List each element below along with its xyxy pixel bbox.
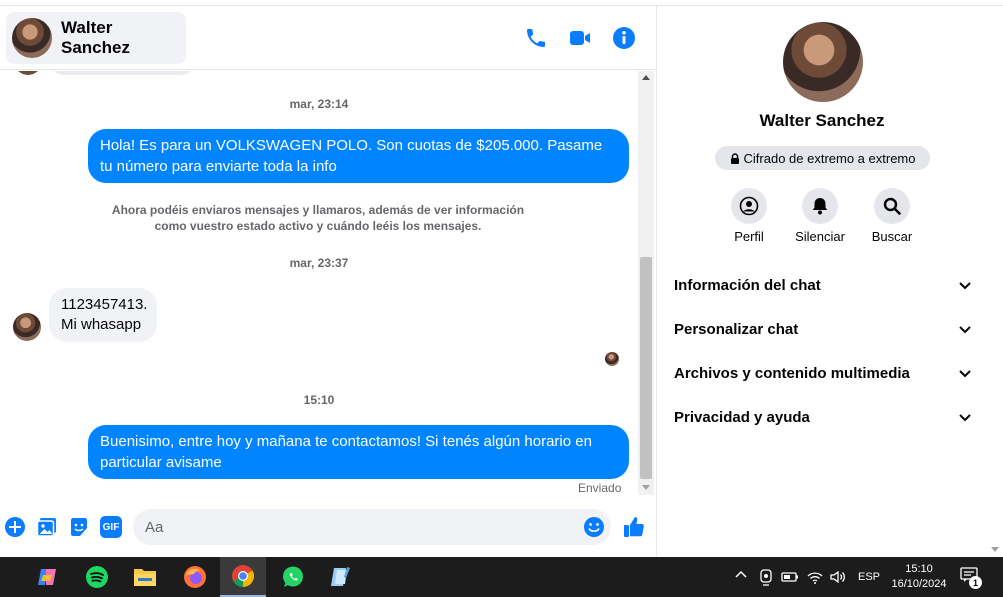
clock[interactable]: 15:10 16/10/2024 [884,562,954,592]
notification-icon[interactable]: 1 [960,567,982,589]
composer: GIF [0,500,656,556]
whatsapp-icon[interactable] [270,557,316,597]
mute-button[interactable]: Silenciar [784,188,856,244]
encryption-label: Cifrado de extremo a extremo [743,150,916,166]
message-input[interactable] [133,509,611,545]
contact-header-button[interactable]: Walter Sanchez [6,12,186,64]
bell-icon [812,198,828,215]
firefox-icon[interactable] [172,557,218,597]
outgoing-message[interactable]: Buenisimo, entre hoy y mañana te contact… [88,425,629,479]
search-icon [883,197,901,215]
panel-contact-name: Walter Sanchez [759,111,885,130]
message-bubble-partial [50,71,195,75]
section-label: Privacidad y ayuda [674,408,810,426]
plus-icon[interactable] [4,516,26,538]
image-icon[interactable] [36,516,58,538]
sent-status: Enviado [578,481,622,495]
section-media-files[interactable]: Archivos y contenido multimedia [674,362,972,384]
chat-header: Walter Sanchez [0,6,656,70]
contact-name: Walter Sanchez [61,18,130,57]
avatar[interactable] [783,22,863,102]
messenger-window: Walter Sanchez mar, 23:14 Hola! Es para … [0,0,1003,597]
chevron-up-icon[interactable] [735,569,747,581]
avatar [12,18,52,58]
chat-scrollbar[interactable] [638,71,654,495]
thumbs-up-icon[interactable] [622,515,646,539]
section-label: Personalizar chat [674,320,799,338]
clock-date: 16/10/2024 [891,578,947,590]
avatar [14,71,42,75]
profile-label: Perfil [734,229,764,244]
notification-badge: 1 [969,576,982,589]
timestamp: mar, 23:14 [289,97,349,111]
mute-label: Silenciar [795,229,845,244]
phone-icon[interactable] [524,26,548,50]
taskbar: ESP 15:10 16/10/2024 1 [0,557,1003,597]
gif-label: GIF [102,521,120,533]
lock-icon [730,152,739,164]
profile-button[interactable]: Perfil [713,188,785,244]
chat-notice: Ahora podéis enviaros mensajes y llamaro… [111,203,525,233]
copilot-icon[interactable] [24,557,70,597]
sticker-icon[interactable] [68,516,90,538]
search-label: Buscar [871,229,913,244]
notepad-icon[interactable] [318,557,364,597]
section-customize-chat[interactable]: Personalizar chat [674,318,972,340]
scrollbar-thumb[interactable] [640,257,652,479]
section-privacy-support[interactable]: Privacidad y ayuda [674,406,972,428]
timestamp: 15:10 [303,393,335,407]
info-icon[interactable] [612,26,636,50]
search-circle [874,188,910,224]
scroll-down-arrow-icon[interactable] [642,485,650,490]
clock-time: 15:10 [905,563,933,575]
section-chat-info[interactable]: Información del chat [674,274,972,296]
section-label: Información del chat [674,276,821,294]
video-icon[interactable] [568,26,592,50]
incoming-message-line: 1123457413. [61,296,148,313]
wifi-icon[interactable] [806,568,824,586]
page-scrollbar[interactable] [986,6,1003,556]
chevron-down-icon [959,414,971,422]
encryption-badge[interactable]: Cifrado de extremo a extremo [715,146,930,170]
section-label: Archivos y contenido multimedia [674,364,910,382]
timestamp: mar, 23:37 [289,256,349,270]
incoming-message-line: Mi whasapp [61,316,142,333]
chevron-down-icon [959,326,971,334]
webcam-icon[interactable] [758,568,774,586]
scroll-down-arrow-icon[interactable] [991,547,999,552]
spotify-icon[interactable] [74,557,120,597]
scroll-up-arrow-icon[interactable] [642,75,650,80]
chat-info-panel: Walter Sanchez Cifrado de extremo a extr… [656,6,986,556]
gif-icon[interactable]: GIF [100,516,122,538]
chrome-icon[interactable] [220,557,266,597]
outgoing-message[interactable]: Hola! Es para un VOLKSWAGEN POLO. Son cu… [88,129,629,183]
file-explorer-icon[interactable] [122,557,168,597]
emoji-icon[interactable] [583,516,605,538]
read-receipt-avatar [605,352,619,366]
avatar[interactable] [13,313,41,341]
mute-circle [802,188,838,224]
message-list[interactable]: mar, 23:14 Hola! Es para un VOLKSWAGEN P… [0,71,638,495]
chevron-down-icon [959,370,971,378]
language-indicator[interactable]: ESP [858,571,880,583]
profile-icon [739,196,759,216]
incoming-message[interactable]: 1123457413. Mi whasapp [49,288,157,342]
volume-icon[interactable] [829,568,847,586]
search-button[interactable]: Buscar [856,188,928,244]
profile-circle [731,188,767,224]
chevron-down-icon [959,282,971,290]
battery-icon[interactable] [781,568,799,586]
